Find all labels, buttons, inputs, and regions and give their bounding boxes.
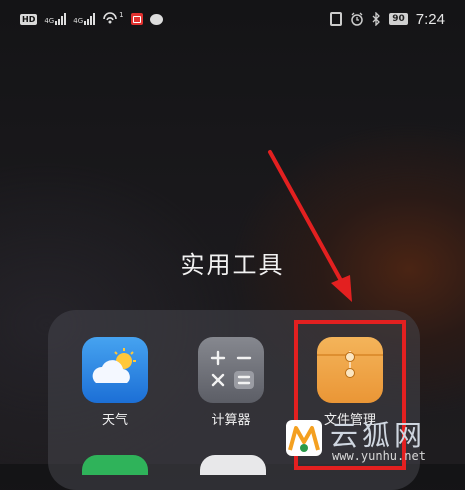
watermark: 云狐网 www.yunhu.net [280,412,465,464]
watermark-brand: 云狐网 [330,419,427,452]
watermark-url: www.yunhu.net [332,449,426,463]
watermark-logo-icon [286,420,322,456]
annotation-arrow [268,150,352,302]
